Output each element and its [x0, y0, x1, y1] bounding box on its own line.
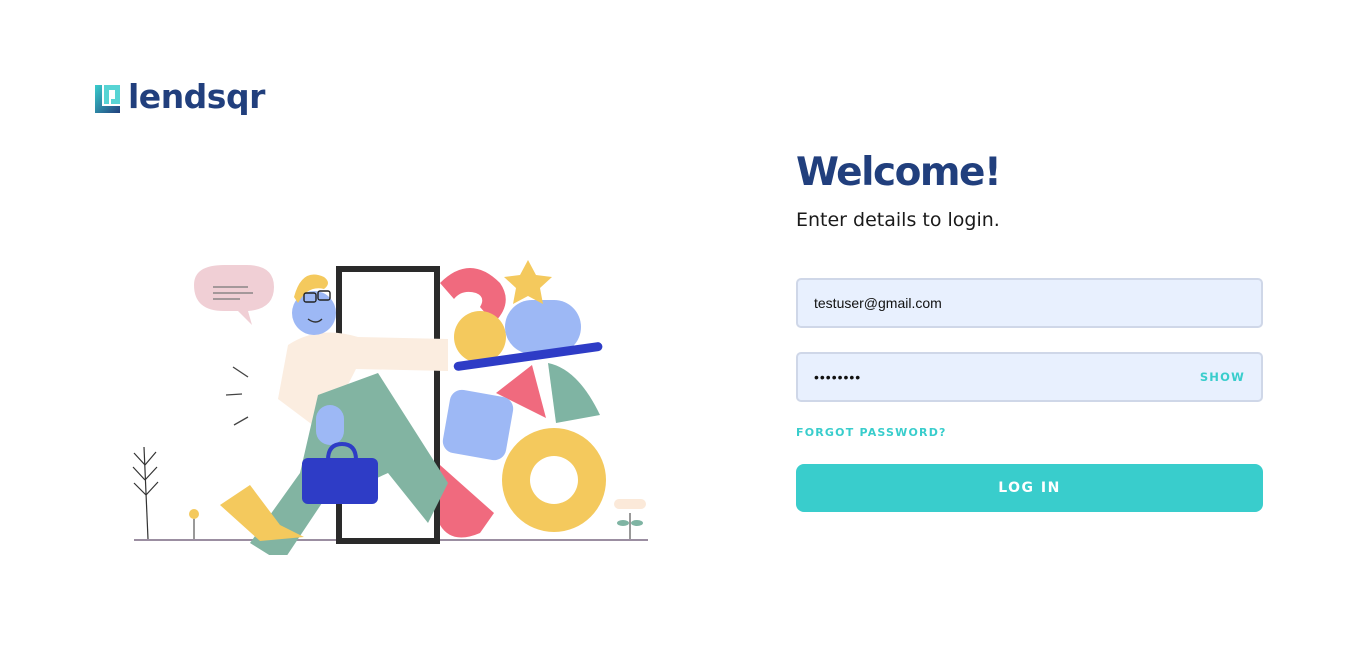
email-field[interactable]: [814, 295, 1245, 311]
page-title: Welcome!: [796, 150, 1002, 195]
login-form: Welcome! Enter details to login. SHOW FO…: [796, 150, 1263, 512]
password-field[interactable]: [814, 369, 1174, 385]
show-password-toggle[interactable]: SHOW: [1200, 370, 1245, 384]
brand-name: lendsqr: [128, 77, 265, 116]
password-field-container: SHOW: [796, 352, 1263, 402]
email-field-container: [796, 278, 1263, 328]
forgot-password-link[interactable]: FORGOT PASSWORD?: [796, 426, 947, 439]
login-subtitle: Enter details to login.: [796, 209, 1000, 231]
lendsqr-logo-icon: [95, 84, 120, 113]
login-button[interactable]: LOG IN: [796, 464, 1263, 512]
brand-logo: lendsqr: [95, 80, 265, 113]
person-walking-through-door-illustration: [132, 260, 648, 555]
